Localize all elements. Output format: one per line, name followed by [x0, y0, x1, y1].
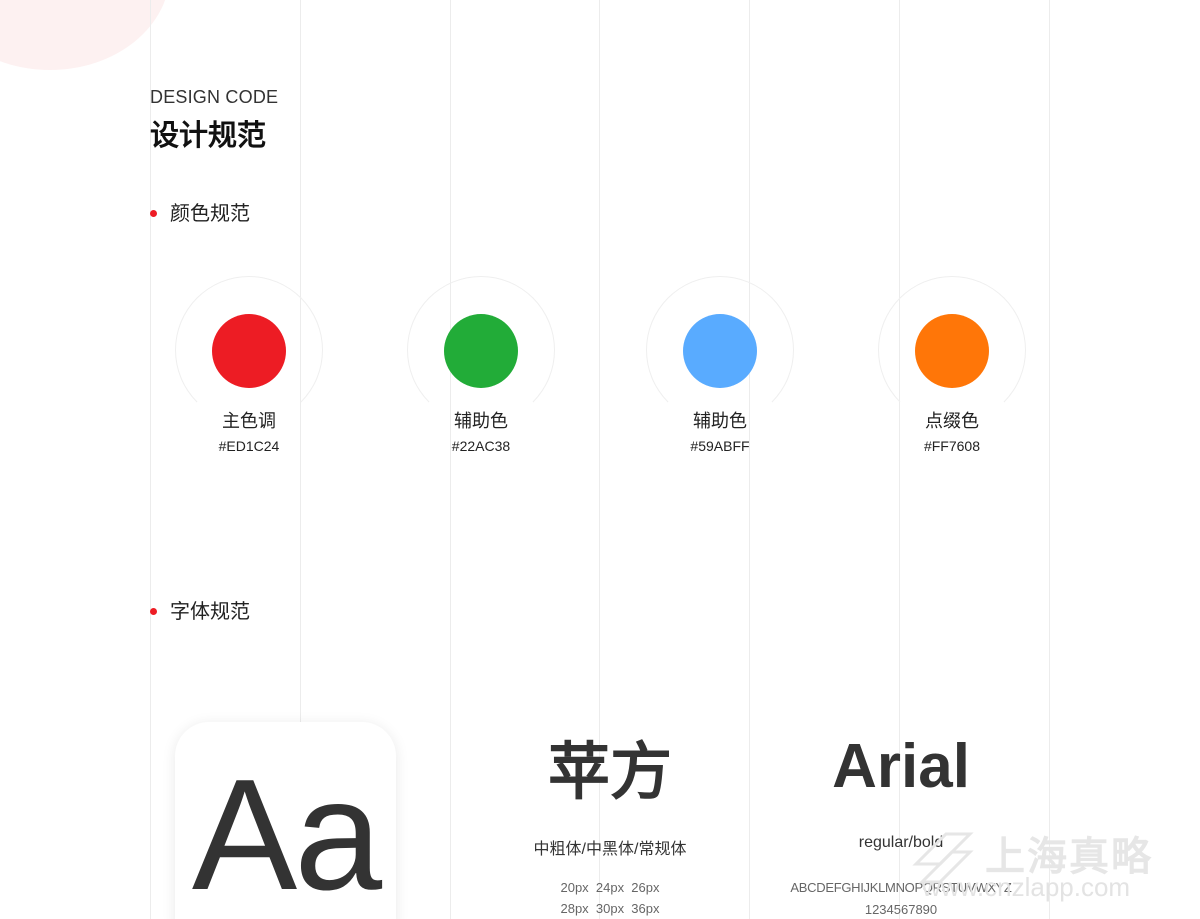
- swatch-name: 辅助色: [693, 411, 747, 431]
- bullet-dot: [150, 209, 157, 217]
- swatch-name: 辅助色: [454, 411, 508, 431]
- watermark-url: www.cnzlapp.com: [922, 872, 1131, 902]
- font-sample-aa: Aa: [191, 747, 382, 919]
- section-title-color-label: 颜色规范: [170, 203, 250, 225]
- swatch-hex: #ED1C24: [218, 438, 280, 454]
- watermark: 上海真略 www.cnzlapp.com: [900, 820, 1190, 915]
- font-arial: Arial: [740, 732, 1062, 802]
- font-pingfang-sizes-row1: 20px 24px 26px: [560, 880, 660, 895]
- font-arial-name: Arial: [832, 732, 970, 801]
- color-swatch-secondary-blue: 辅助色 #59ABFF: [641, 276, 801, 476]
- swatch-name: 点缀色: [925, 411, 979, 431]
- font-pingfang-sizes-row2: 28px 30px 36px: [560, 901, 660, 916]
- swatch-circle: [444, 314, 518, 388]
- swatch-name: 主色调: [222, 411, 276, 431]
- font-sample-card: Aa: [175, 722, 396, 919]
- header-title-cn: 设计规范: [150, 120, 267, 152]
- swatch-circle: [212, 314, 286, 388]
- design-code-page: DESIGN CODE 设计规范 颜色规范 主色调 #ED1C24 辅助色 #2…: [0, 0, 1200, 919]
- corner-decoration: [0, 0, 170, 70]
- font-pingfang-sizes-wrap: 20px 24px 26px 28px 30px 36px: [480, 880, 740, 916]
- color-swatch-primary: 主色调 #ED1C24: [170, 276, 330, 476]
- section-title-font-label: 字体规范: [170, 601, 250, 623]
- swatch-hex: #22AC38: [451, 438, 511, 454]
- section-title-font: 字体规范: [150, 595, 250, 624]
- bullet-dot: [150, 607, 157, 615]
- font-pingfang-weights: 中粗体/中黑体/常规体: [533, 841, 687, 858]
- font-pingfang-name: 苹方: [547, 738, 672, 807]
- swatch-hex: #59ABFF: [690, 438, 750, 454]
- font-pingfang-weights-wrap: 中粗体/中黑体/常规体: [480, 835, 740, 859]
- color-swatch-secondary-green: 辅助色 #22AC38: [402, 276, 562, 476]
- header-title-en: DESIGN CODE: [150, 87, 279, 107]
- section-title-color: 颜色规范: [150, 197, 250, 226]
- swatch-hex: #FF7608: [923, 438, 981, 454]
- swatch-circle: [915, 314, 989, 388]
- font-pingfang: 苹方: [480, 738, 740, 808]
- color-swatch-accent: 点缀色 #FF7608: [873, 276, 1033, 476]
- swatch-circle: [683, 314, 757, 388]
